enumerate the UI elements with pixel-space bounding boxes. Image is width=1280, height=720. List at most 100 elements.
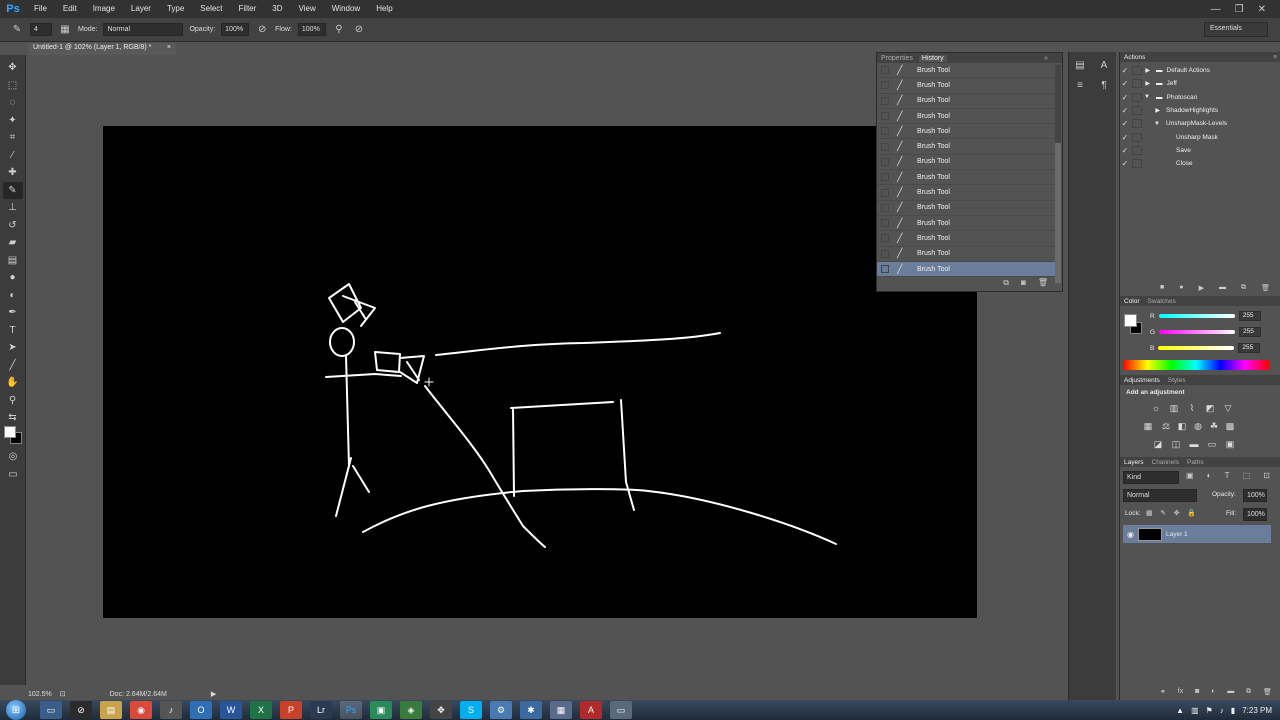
tab-paths[interactable]: Paths — [1187, 459, 1204, 466]
history-item[interactable]: ╱ Brush Tool — [877, 185, 1055, 201]
action-item[interactable]: ✓ Close — [1120, 157, 1270, 170]
action-dialog-toggle[interactable] — [1132, 66, 1142, 75]
history-item[interactable]: ╱ Brush Tool — [877, 78, 1055, 94]
quick-select-icon[interactable]: ✦ — [3, 112, 23, 130]
type-tool-icon[interactable]: T — [3, 322, 23, 340]
pressure-opacity-icon[interactable]: ⊘ — [255, 23, 269, 37]
visibility-eye-icon[interactable]: ◉ — [1127, 530, 1134, 539]
blur-tool-icon[interactable]: ● — [3, 269, 23, 287]
minimize-icon[interactable]: — — [1211, 4, 1221, 15]
blue-value[interactable]: 255 — [1238, 343, 1261, 353]
menu-filter[interactable]: Filter — [231, 0, 265, 18]
photo-filter-icon[interactable]: ◍ — [1192, 420, 1204, 432]
action-toggle-check[interactable]: ✓ — [1120, 146, 1130, 155]
foreground-color-swatch[interactable] — [4, 426, 16, 438]
history-item[interactable]: ╱ Brush Tool — [877, 216, 1055, 232]
zoom-level[interactable]: 102.5% — [28, 691, 52, 698]
history-item[interactable]: ╱ Brush Tool — [877, 109, 1055, 125]
blue-slider[interactable] — [1158, 346, 1235, 350]
tab-history[interactable]: History — [918, 54, 947, 62]
taskbar-outlook-icon[interactable]: O — [190, 701, 212, 719]
taskbar-skype-icon[interactable]: S — [460, 701, 482, 719]
history-item[interactable]: ╱ Brush Tool — [877, 231, 1055, 247]
new-action-icon[interactable]: ⧉ — [1241, 284, 1246, 292]
layer-opacity-field[interactable]: 100% — [1243, 489, 1267, 502]
taskbar-app-1[interactable]: ▭ — [40, 701, 62, 719]
layer-name[interactable]: Layer 1 — [1166, 531, 1188, 538]
taskbar-app-20[interactable]: ▭ — [610, 701, 632, 719]
restore-icon[interactable]: ❐ — [1235, 4, 1244, 15]
stop-icon[interactable]: ■ — [1160, 284, 1164, 292]
action-toggle-check[interactable]: ✓ — [1120, 79, 1130, 88]
record-icon[interactable]: ● — [1179, 284, 1183, 292]
menu-3d[interactable]: 3D — [264, 0, 290, 18]
filter-pixel-icon[interactable]: ▣ — [1186, 471, 1194, 480]
tray-volume-icon[interactable]: ♪ — [1220, 706, 1224, 715]
history-item[interactable]: ╱ Brush Tool — [877, 247, 1055, 262]
swap-colors-icon[interactable]: ⇆ — [3, 409, 23, 427]
crop-tool-icon[interactable]: ⌗ — [3, 129, 23, 147]
brush-tool-icon[interactable]: ✎ — [10, 23, 24, 37]
action-item[interactable]: ✓ ▶ ▬ Default Actions — [1120, 64, 1270, 77]
trash-icon[interactable]: 🗑 — [1038, 278, 1048, 291]
history-snapshot-checkbox[interactable] — [881, 265, 889, 273]
action-dialog-toggle[interactable] — [1132, 92, 1142, 102]
taskbar-app-17[interactable]: ✱ — [520, 701, 542, 719]
layer-blend-mode[interactable]: Normal — [1123, 489, 1197, 502]
taskbar-app-2[interactable]: ⊘ — [70, 701, 92, 719]
brush-panel-icon[interactable]: ▦ — [58, 23, 72, 37]
menu-window[interactable]: Window — [324, 0, 368, 18]
brightness-icon[interactable]: ☼ — [1150, 402, 1162, 414]
filter-smart-icon[interactable]: ⊡ — [1263, 471, 1270, 480]
action-dialog-toggle[interactable] — [1132, 159, 1142, 169]
action-toggle-check[interactable]: ✓ — [1120, 93, 1130, 102]
lock-paint-icon[interactable]: ✎ — [1160, 509, 1166, 517]
filter-shape-icon[interactable]: ⬚ — [1243, 471, 1251, 480]
taskbar-chrome-icon[interactable]: ◉ — [130, 701, 152, 719]
status-icon[interactable]: ⊡ — [60, 690, 66, 698]
action-item[interactable]: ✓ ▼ ▬ Photoscan — [1120, 91, 1270, 104]
selective-color-icon[interactable]: ▣ — [1224, 438, 1236, 450]
history-snapshot-checkbox[interactable] — [881, 142, 889, 151]
opacity-field[interactable]: 100% — [221, 23, 250, 36]
action-toggle-check[interactable]: ✓ — [1120, 66, 1130, 75]
action-item[interactable]: ✓ Unsharp Mask — [1120, 131, 1270, 144]
gradient-tool-icon[interactable]: ▤ — [3, 252, 23, 270]
color-lookup-icon[interactable]: ▩ — [1224, 420, 1236, 432]
airbrush-icon[interactable]: ⚲ — [332, 23, 346, 37]
taskbar-app-14[interactable]: ✥ — [430, 701, 452, 719]
action-dialog-toggle[interactable] — [1132, 145, 1142, 155]
history-snapshot-checkbox[interactable] — [881, 173, 889, 182]
new-document-from-state-icon[interactable]: ⧉ — [1003, 278, 1009, 291]
tray-expand-icon[interactable]: ▲ — [1176, 706, 1184, 715]
action-item[interactable]: ✓ ▶ ▬ Jeff — [1120, 77, 1270, 90]
character-dock-icon[interactable]: A — [1097, 58, 1111, 72]
layer-fill-field[interactable]: 100% — [1243, 508, 1267, 521]
action-toggle-check[interactable]: ✓ — [1120, 159, 1130, 168]
hand-tool-icon[interactable]: ✋ — [3, 374, 23, 392]
gradient-map-icon[interactable]: ▭ — [1206, 438, 1218, 450]
action-item[interactable]: ✓ ▶ ShadowHighlights — [1120, 104, 1270, 117]
tray-power-icon[interactable]: ▮ — [1231, 706, 1235, 715]
workspace-select[interactable]: Essentials — [1204, 22, 1268, 37]
delete-layer-icon[interactable]: 🗑 — [1263, 688, 1272, 696]
tab-adjustments[interactable]: Adjustments — [1124, 377, 1160, 384]
document-tab[interactable]: Untitled-1 @ 102% (Layer 1, RGB/8) * × — [28, 43, 176, 55]
history-snapshot-checkbox[interactable] — [881, 203, 889, 212]
lock-all-icon[interactable]: 🔒 — [1187, 509, 1196, 517]
history-item[interactable]: ╱ Brush Tool — [877, 261, 1055, 278]
expand-arrow-icon[interactable]: ▶ — [1144, 107, 1160, 114]
snapshot-camera-icon[interactable]: ◙ — [1021, 278, 1026, 291]
menu-image[interactable]: Image — [85, 0, 123, 18]
history-snapshot-checkbox[interactable] — [881, 219, 889, 228]
taskbar-explorer-icon[interactable]: ▤ — [100, 701, 122, 719]
history-dock-icon[interactable]: ▤ — [1073, 58, 1087, 72]
history-item[interactable]: ╱ Brush Tool — [877, 124, 1055, 140]
history-item[interactable]: ╱ Brush Tool — [877, 94, 1055, 109]
curves-icon[interactable]: ⌇ — [1186, 402, 1198, 414]
action-item[interactable]: ✓ ▼ UnsharpMask-Levels — [1120, 117, 1270, 130]
quick-mask-icon[interactable]: ◎ — [3, 448, 23, 466]
screen-mode-icon[interactable]: ▭ — [3, 466, 23, 484]
filter-type-icon[interactable]: T — [1225, 471, 1230, 480]
levels-icon[interactable]: ▥ — [1168, 402, 1180, 414]
